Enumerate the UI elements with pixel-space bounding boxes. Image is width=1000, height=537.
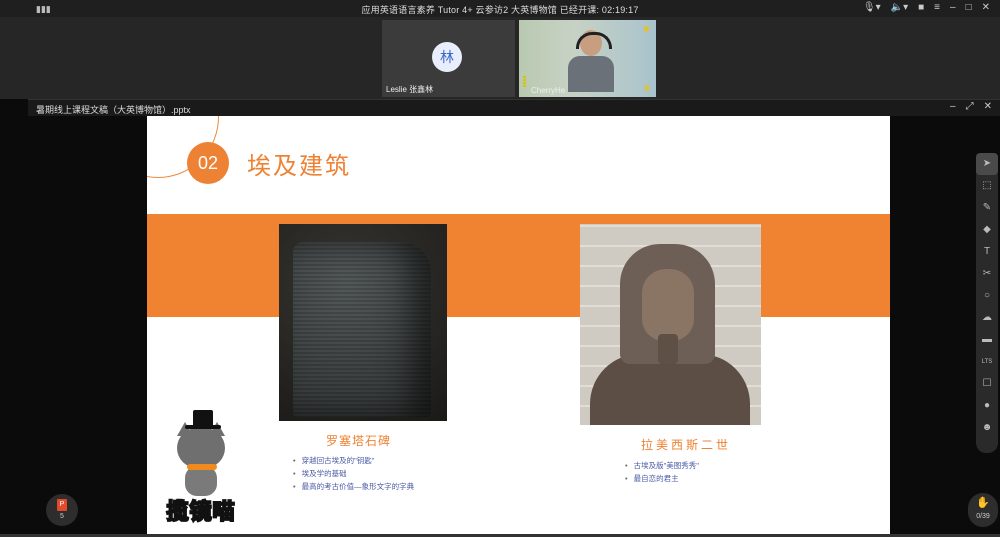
rosetta-stone-image — [279, 224, 447, 421]
presentation-slide: 02 埃及建筑 罗塞塔石碑 穿越回古埃及的"钥匙" 埃及学的基础 最高的考古价值… — [147, 116, 890, 534]
ramesses-statue-image — [580, 224, 761, 425]
video-tile-leslie[interactable]: 林 Leslie 张鑫林 — [382, 20, 515, 97]
star-icon: ★ — [642, 24, 651, 35]
close-icon[interactable]: ✕ — [982, 2, 990, 13]
cloud-icon[interactable]: ☁ — [976, 307, 998, 329]
slide-title: 埃及建筑 — [247, 153, 351, 180]
fullscreen-icon[interactable]: ⤢ — [966, 101, 974, 112]
list-item: 古埃及版"美图秀秀" — [625, 459, 699, 472]
counter-value: 0/39 — [976, 513, 990, 520]
raise-hand-counter[interactable]: ✋ 0/39 — [968, 493, 998, 527]
document-filename: 暑期线上课程文稿（大英博物馆）.pptx — [36, 105, 191, 115]
trophy-icon: ♛ — [642, 83, 651, 93]
left-bullets: 穿越回古埃及的"钥匙" 埃及学的基础 最高的考古价值—象形文字的字典 — [293, 454, 415, 493]
participant-name: CherryHe — [531, 86, 566, 95]
participant-name: Leslie 张鑫林 — [386, 85, 434, 94]
maximize-icon[interactable]: □ — [966, 2, 972, 13]
annotation-toolbar: ➤ ⬚ ✎ ◆ T ✂ ○ ☁ ▬ LTS ☐ ● ☻ — [976, 153, 998, 453]
meeting-title: 应用英语语言素养 Tutor 4+ 云参访2 大英博物馆 已经开课: 02:19… — [361, 5, 639, 15]
volume-meter — [523, 76, 526, 88]
list-item: 最自恋的君主 — [625, 472, 699, 485]
minimize-icon[interactable]: – — [950, 101, 956, 112]
meeting-title-bar: ▮▮▮ 应用英语语言素养 Tutor 4+ 云参访2 大英博物馆 已经开课: 0… — [0, 0, 1000, 17]
left-caption: 罗塞塔石碑 — [326, 434, 392, 448]
right-bullets: 古埃及版"美图秀秀" 最自恋的君主 — [625, 459, 699, 485]
edit-icon[interactable]: ☐ — [976, 373, 998, 395]
laser-icon[interactable]: LTS — [976, 351, 998, 373]
orange-band — [147, 214, 890, 317]
list-item: 埃及学的基础 — [293, 467, 414, 480]
people-icon[interactable]: ☻ — [976, 417, 998, 439]
page-number: 5 — [60, 513, 64, 520]
toolbox-icon[interactable]: ▬ — [976, 329, 998, 351]
close-icon[interactable]: ✕ — [984, 101, 992, 112]
eraser-icon[interactable]: ◆ — [976, 219, 998, 241]
list-item: 穿越回古埃及的"钥匙" — [293, 454, 414, 467]
document-bar: 暑期线上课程文稿（大英博物馆）.pptx – ⤢ ✕ — [28, 99, 1000, 116]
video-strip: 林 Leslie 张鑫林 ★ ♛ CherryHe — [0, 17, 1000, 99]
mascot-text: 揽镜喵 — [165, 498, 236, 525]
microphone-icon[interactable]: 🎙▾ — [863, 2, 881, 13]
pointer-icon[interactable]: ➤ — [976, 153, 998, 175]
select-icon[interactable]: ⬚ — [976, 175, 998, 197]
avatar: 林 — [432, 42, 462, 72]
camera-icon[interactable]: ■ — [918, 2, 924, 13]
hand-icon: ✋ — [976, 497, 990, 509]
chat-icon[interactable]: ● — [976, 395, 998, 417]
right-caption: 拉美西斯二世 — [641, 438, 732, 452]
mascot-cat: 揽镜喵 — [155, 408, 247, 528]
text-icon[interactable]: T — [976, 241, 998, 263]
ppt-icon: P — [57, 499, 67, 511]
participant-video — [568, 30, 614, 92]
list-item: 最高的考古价值—象形文字的字典 — [293, 480, 415, 493]
page-indicator[interactable]: P 5 — [46, 494, 78, 526]
menu-icon[interactable]: ≡ — [934, 2, 940, 13]
speaker-icon[interactable]: 🔈▾ — [891, 2, 908, 13]
scissors-icon[interactable]: ✂ — [976, 263, 998, 285]
pen-icon[interactable]: ✎ — [976, 197, 998, 219]
top-controls: 🎙▾ 🔈▾ ■ ≡ – □ ✕ — [863, 2, 990, 13]
minimize-icon[interactable]: – — [950, 2, 956, 13]
video-tile-cherryhe[interactable]: ★ ♛ CherryHe — [519, 20, 656, 97]
document-controls: – ⤢ ✕ — [950, 101, 992, 112]
section-number: 02 — [187, 142, 229, 184]
shape-icon[interactable]: ○ — [976, 285, 998, 307]
